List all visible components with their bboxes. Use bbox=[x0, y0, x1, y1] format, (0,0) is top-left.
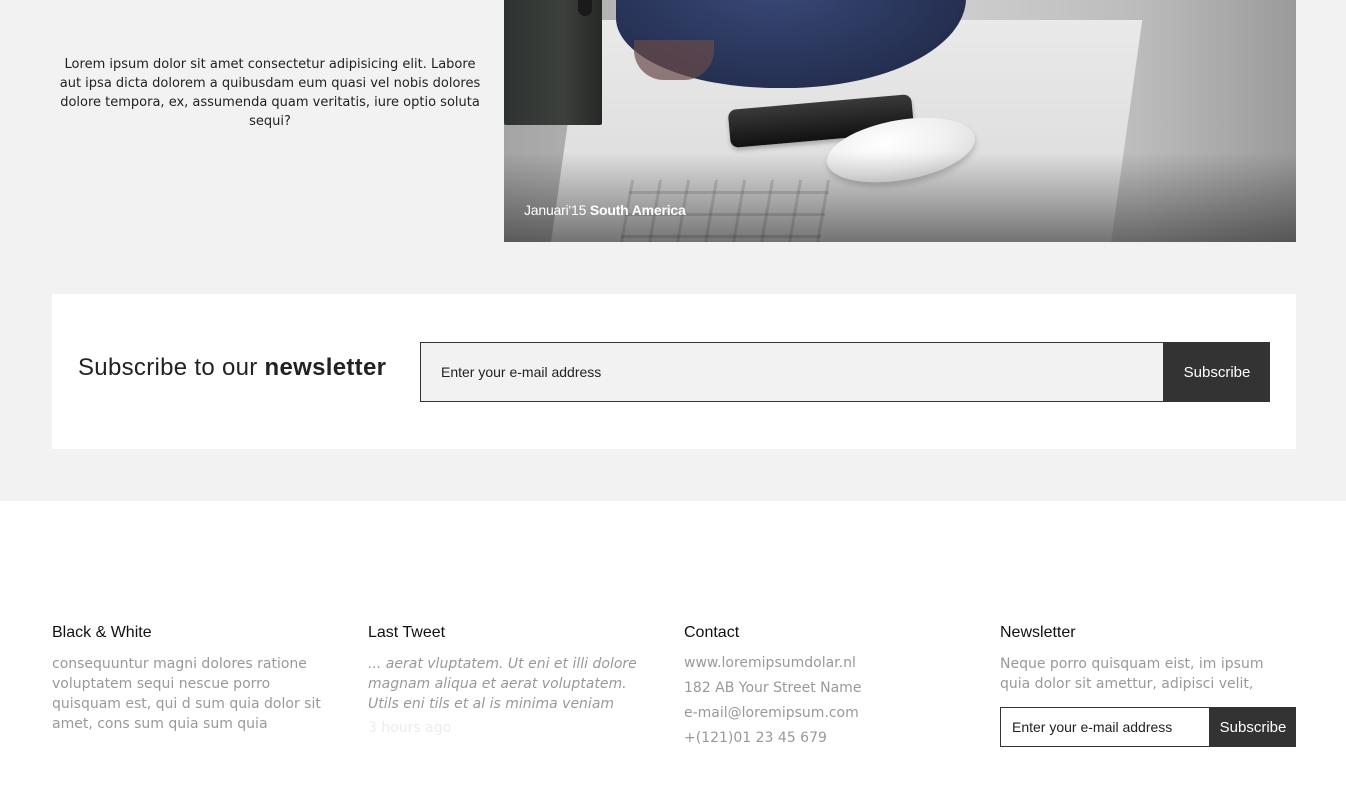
contact-phone: +(121)01 23 45 679 bbox=[684, 730, 827, 746]
subscribe-button[interactable]: Subscribe bbox=[1164, 342, 1270, 402]
footer-about-title: Black & White bbox=[52, 624, 152, 641]
photo-caption-place: South America bbox=[589, 202, 686, 218]
footer-newsletter: Newsletter Neque porro quisquam eist, im… bbox=[1000, 624, 1296, 694]
footer-contact-title: Contact bbox=[684, 624, 740, 641]
newsletter-subscribe-box: Subscribe to our newsletter Enter your e… bbox=[52, 294, 1296, 449]
featured-photo[interactable]: Januari'15 South America bbox=[504, 0, 1296, 242]
photo-caption: Januari'15 South America bbox=[524, 202, 686, 218]
footer-email-input[interactable]: Enter your e-mail address bbox=[1000, 707, 1210, 747]
footer-about-text: consequuntur magni dolores ratione volup… bbox=[52, 656, 321, 732]
subscribe-title: Subscribe to our newsletter bbox=[78, 354, 387, 381]
footer-last-tweet: Last Tweet ... aerat vluptatem. Ut eni e… bbox=[368, 624, 658, 738]
contact-street: 182 AB Your Street Name bbox=[684, 680, 862, 696]
tweet-time: 3 hours ago bbox=[368, 720, 452, 736]
footer-newsletter-title: Newsletter bbox=[1000, 624, 1076, 641]
footer-subscribe-button[interactable]: Subscribe bbox=[1210, 707, 1296, 747]
intro-text: Lorem ipsum dolor sit amet consectetur a… bbox=[59, 57, 481, 129]
footer-newsletter-text: Neque porro quisquam eist, im ipsum quia… bbox=[1000, 656, 1264, 692]
tweet-text: ... aerat vluptatem. Ut eni et illi dolo… bbox=[368, 656, 637, 712]
email-input[interactable]: Enter your e-mail address bbox=[420, 342, 1164, 402]
photo-caption-date: Januari'15 bbox=[524, 202, 587, 218]
footer-about: Black & White consequuntur magni dolores… bbox=[52, 624, 342, 734]
footer-tweet-title: Last Tweet bbox=[368, 624, 446, 641]
contact-email-link[interactable]: e-mail@loremipsum.com bbox=[684, 701, 974, 726]
contact-website-link[interactable]: www.loremipsumdolar.nl bbox=[684, 651, 974, 676]
top-section: Lorem ipsum dolor sit amet consectetur a… bbox=[0, 0, 1346, 501]
footer-contact: Contact www.loremipsumdolar.nl 182 AB Yo… bbox=[684, 624, 974, 751]
